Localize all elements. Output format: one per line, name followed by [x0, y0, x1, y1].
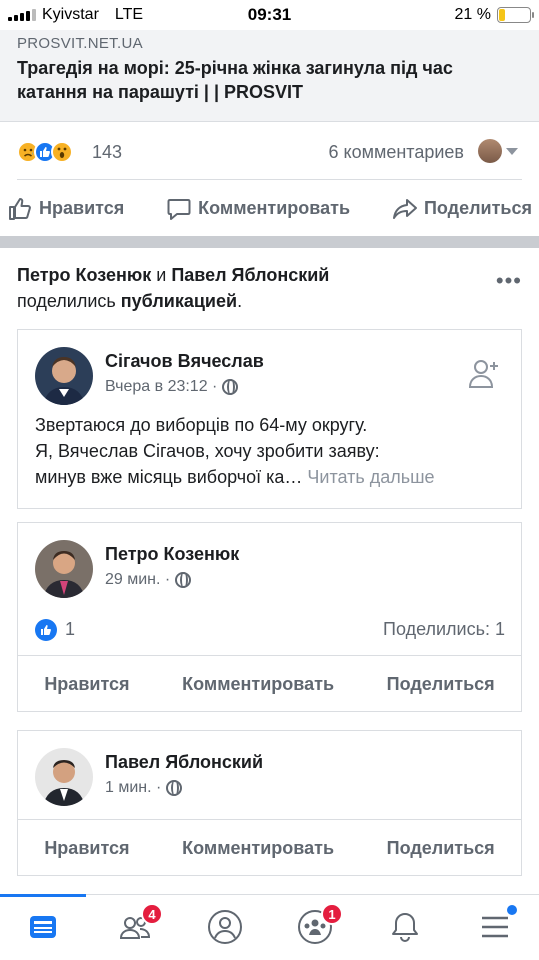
thumbs-up-icon — [9, 197, 31, 220]
share-card-2: Павел Яблонский 1 мин. · Нравится Коммен… — [17, 730, 522, 876]
tab-profile[interactable] — [205, 907, 245, 947]
avatar[interactable] — [35, 540, 93, 598]
share-card-1: Петро Козенюк 29 мин. · 1 Поделились: 1 … — [17, 522, 522, 712]
like-count[interactable]: 1 — [65, 619, 75, 640]
shared-publication-link[interactable]: публикацией — [121, 291, 237, 311]
reaction-icons[interactable] — [17, 141, 73, 163]
like-reaction-icon[interactable] — [35, 619, 57, 641]
share-stats: 1 Поделились: 1 — [35, 617, 505, 647]
like-button[interactable]: Нравится — [7, 196, 124, 222]
menu-indicator-dot — [507, 905, 517, 915]
post-time[interactable]: 29 мин. · — [105, 571, 170, 589]
shared-line-end: . — [237, 291, 243, 311]
shared-line-prefix: поделились — [17, 291, 121, 311]
share-button[interactable]: Поделиться — [387, 674, 495, 695]
shares-count[interactable]: Поделились: 1 — [383, 619, 505, 640]
post-text-line-3: минув вже місяць виборчої ка… — [35, 467, 303, 487]
tab-groups[interactable]: 1 — [295, 903, 343, 947]
author-name[interactable]: Сігачов Вячеслав — [105, 351, 264, 372]
groups-badge: 1 — [321, 903, 343, 925]
post-actions: Нравится Комментировать Поделиться — [0, 181, 539, 236]
wow-reaction-icon — [51, 141, 73, 163]
shared-story-header: Петро Козенюк и Павел Яблонский поделили… — [17, 262, 497, 314]
status-bar: Kyivstar LTE 09:31 21 % — [0, 0, 539, 30]
post-text-line-1: Звертаюся до виборців по 64-му округу. — [35, 415, 368, 435]
globe-icon — [166, 780, 183, 796]
shared-conj: и — [151, 265, 172, 285]
reactions-bar: 143 6 комментариев — [17, 122, 522, 180]
post-meta: 1 мин. · — [105, 779, 183, 797]
tab-notifications[interactable] — [385, 907, 425, 947]
battery-icon — [497, 7, 534, 23]
share-button[interactable]: Поделиться — [392, 196, 532, 222]
share-card-actions: Нравится Комментировать Поделиться — [18, 819, 521, 877]
original-post-card[interactable]: Сігачов Вячеслав Вчера в 23:12 · Звертаю… — [17, 329, 522, 509]
avatar[interactable] — [35, 347, 93, 405]
news-feed-icon — [30, 916, 56, 938]
post-meta: Вчера в 23:12 · — [105, 378, 239, 396]
tab-news-feed[interactable] — [23, 907, 63, 947]
author-name[interactable]: Петро Козенюк — [105, 544, 239, 565]
battery-percent: 21 % — [454, 6, 491, 23]
comment-button[interactable]: Комментировать — [182, 674, 334, 695]
tab-friends[interactable]: 4 — [115, 903, 163, 947]
friends-badge: 4 — [141, 903, 163, 925]
globe-icon — [222, 379, 239, 395]
like-button[interactable]: Нравится — [44, 674, 129, 695]
reaction-count[interactable]: 143 — [92, 142, 122, 163]
chevron-down-icon[interactable] — [506, 148, 518, 155]
link-preview-card[interactable]: PROSVIT.NET.UA Трагедія на морі: 25-річн… — [0, 30, 539, 122]
globe-icon — [175, 572, 192, 588]
menu-icon — [482, 916, 508, 938]
read-more-link[interactable]: Читать дальше — [302, 467, 434, 487]
share-icon — [392, 198, 417, 219]
viewer-avatar[interactable] — [478, 139, 502, 163]
comment-icon — [167, 198, 191, 220]
link-title: Трагедія на морі: 25-річна жінка загинул… — [17, 58, 453, 102]
post-time[interactable]: Вчера в 23:12 · — [105, 378, 217, 396]
more-options-icon[interactable]: ••• — [496, 268, 522, 294]
comment-button[interactable]: Комментировать — [166, 196, 350, 222]
comment-label: Комментировать — [198, 198, 351, 218]
comments-count[interactable]: 6 комментариев — [329, 142, 465, 163]
share-label: Поделиться — [423, 198, 532, 218]
post-text: Звертаюся до виборців по 64-му округу. Я… — [35, 412, 515, 490]
like-button[interactable]: Нравится — [44, 838, 129, 859]
share-button[interactable]: Поделиться — [387, 838, 495, 859]
author-name[interactable]: Павел Яблонский — [105, 752, 263, 773]
bottom-nav: 4 1 — [0, 894, 539, 960]
comment-button[interactable]: Комментировать — [182, 838, 334, 859]
add-friend-icon[interactable] — [467, 356, 501, 390]
post-text-line-2: Я, Вячеслав Сігачов, хочу зробити заяву: — [35, 441, 380, 461]
feed-separator — [0, 236, 539, 248]
post-meta: 29 мин. · — [105, 571, 192, 589]
link-domain: PROSVIT.NET.UA — [17, 35, 143, 52]
like-label: Нравится — [39, 198, 125, 218]
shared-user-2[interactable]: Павел Яблонский — [171, 265, 329, 285]
active-tab-indicator — [0, 894, 86, 897]
shared-user-1[interactable]: Петро Козенюк — [17, 265, 151, 285]
share-card-actions: Нравится Комментировать Поделиться — [18, 655, 521, 713]
tab-menu[interactable] — [475, 905, 517, 947]
profile-icon — [208, 910, 242, 944]
avatar[interactable] — [35, 748, 93, 806]
bell-icon — [392, 913, 418, 942]
post-time[interactable]: 1 мин. · — [105, 779, 161, 797]
